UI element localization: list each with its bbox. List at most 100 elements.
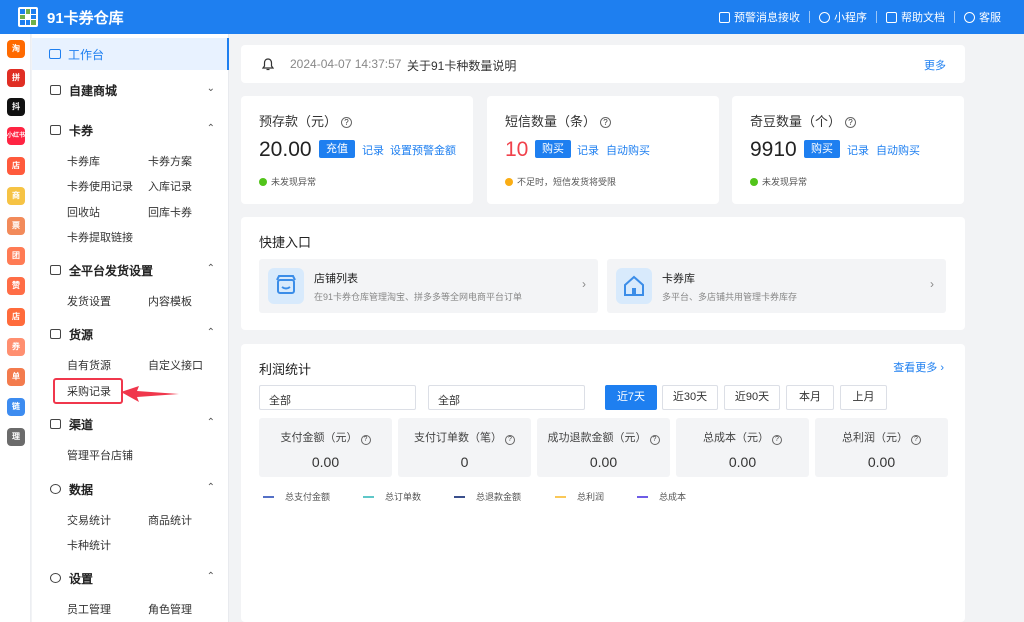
chevron-down-icon: ⌄ [269,390,278,401]
sidebar-item-manage-shops[interactable]: 管理平台店铺 [67,447,133,463]
sms-records-link[interactable]: 记录 [577,142,599,158]
sidebar-item-custom-api[interactable]: 自定义接口 [148,357,203,373]
help-icon[interactable]: ? [911,435,921,445]
sms-auto-buy-link[interactable]: 自动购买 [606,142,650,158]
sidebar-item-own-supply[interactable]: 自有货源 [67,357,111,373]
app-title: 91卡券仓库 [47,9,124,27]
notice-more-link[interactable]: 更多 [924,57,946,73]
beans-auto-buy-link[interactable]: 自动购买 [876,142,920,158]
recharge-button[interactable]: 充值 [319,140,355,158]
sidebar-item-coupon-library[interactable]: 卡券库 [67,153,100,169]
sidebar-section-channels[interactable]: 渠道 ⌃ [32,414,229,434]
help-icon[interactable]: ? [845,117,857,128]
home-icon [616,268,652,304]
metric-label-text: 支付订单数（笔） [414,432,502,444]
sidebar-section-supply[interactable]: 货源 ⌃ [32,324,229,344]
gray-app-icon[interactable]: 理 [7,428,25,446]
deposit-card: 预存款（元）? 20.00 充值 记录 设置预警金额 未发现异常 [241,96,473,204]
help-icon[interactable]: ? [341,117,353,128]
sidebar-item-staff-management[interactable]: 员工管理 [67,601,111,617]
grid-icon [50,265,61,275]
beans-status: 未发现异常 [750,175,807,188]
sidebar-section-data[interactable]: 数据 ⌃ [32,479,229,499]
legend-total-cost[interactable]: 总成本 [637,490,686,503]
pinduoduo-icon[interactable]: 拼 [7,69,25,87]
profit-title: 利润统计 [259,362,312,377]
alert-message-link[interactable]: 预警消息接收 [710,9,809,25]
help-docs-link[interactable]: 帮助文档 [877,9,954,25]
platform-select[interactable]: 全部 ⌄ [259,385,416,410]
range-this-month-button[interactable]: 本月 [786,385,834,410]
sidebar-section-settings[interactable]: 设置 ⌃ [32,568,229,588]
orange-app-icon[interactable]: 单 [7,368,25,386]
sidebar-item-shipping-settings[interactable]: 发货设置 [67,293,111,309]
sidebar-item-recycle-bin[interactable]: 回收站 [67,204,100,220]
view-more-link[interactable]: 查看更多 › [893,359,944,375]
chevron-right-icon: › [940,362,944,374]
help-icon[interactable]: ? [505,435,515,445]
help-icon[interactable]: ? [600,117,612,128]
store-app-icon[interactable]: 店 [7,308,25,326]
quick-item-coupon-library[interactable]: 卡券库 多平台、多店铺共用管理卡券库存 › [607,259,946,313]
quick-item-name: 店铺列表 [314,273,358,285]
set-alert-amount-link[interactable]: 设置预警金额 [390,142,456,158]
check-circle-icon [259,177,267,186]
mini-program-link[interactable]: 小程序 [810,9,876,25]
notice-title-link[interactable]: 关于91卡种数量说明 [407,57,516,74]
highlight-box [53,378,123,404]
metric-label-text: 成功退款金额（元） [547,432,647,444]
section-title: 自建商城 [69,83,118,98]
pie-chart-icon [50,484,61,494]
sidebar-item-card-type-stats[interactable]: 卡种统计 [67,537,111,553]
customer-service-link[interactable]: 客服 [955,9,1010,25]
help-icon[interactable]: ? [360,435,371,445]
sms-card: 短信数量（条）? 10 购买 记录 自动购买 不足时，短信发货将受限 [487,96,719,204]
sidebar-item-workbench[interactable]: 工作台 [32,38,229,70]
shop-orange-icon[interactable]: 店 [7,157,25,175]
chevron-right-icon: › [930,277,934,291]
sidebar-section-coupons[interactable]: 卡券 ⌃ [32,120,229,140]
legend-total-refund[interactable]: 总退款金额 [454,490,521,503]
customer-service-label: 客服 [979,12,1001,24]
buy-sms-button[interactable]: 购买 [535,140,571,158]
link-app-icon[interactable]: 链 [7,398,25,416]
sidebar-item-extract-links[interactable]: 卡券提取链接 [67,229,133,245]
douyin-icon[interactable]: 抖 [7,98,25,116]
metric-label: 总利润（元）? [815,429,948,445]
legend-total-profit[interactable]: 总利润 [555,490,604,503]
coupon-app-icon[interactable]: 券 [7,338,25,356]
sidebar-item-content-template[interactable]: 内容模板 [148,293,192,309]
deposit-records-link[interactable]: 记录 [362,142,384,158]
beans-title: 奇豆数量（个）? [750,111,857,130]
group-app-icon[interactable]: 团 [7,247,25,265]
thumb-app-icon[interactable]: 赞 [7,277,25,295]
legend-total-orders[interactable]: 总订单数 [363,490,421,503]
help-icon[interactable]: ? [649,435,660,445]
xiaohongshu-icon[interactable]: 小红书 [7,127,25,145]
sidebar-item-coupon-plan[interactable]: 卡券方案 [148,153,192,169]
sidebar-section-mall[interactable]: 自建商城 ⌄ [32,80,229,100]
sidebar-item-role-management[interactable]: 角色管理 [148,601,192,617]
sidebar-item-product-stats[interactable]: 商品统计 [148,512,192,528]
buy-beans-button[interactable]: 购买 [804,140,840,158]
sidebar-item-usage-records[interactable]: 卡券使用记录 [67,178,133,194]
sidebar-item-returned-coupons[interactable]: 回库卡券 [148,204,192,220]
ticket-app-icon[interactable]: 票 [7,217,25,235]
yellow-app-icon[interactable]: 商 [7,187,25,205]
sidebar-item-stock-in-records[interactable]: 入库记录 [148,178,192,194]
sidebar-item-trade-stats[interactable]: 交易统计 [67,512,111,528]
metric-label: 总成本（元）? [676,429,809,445]
shop-select[interactable]: 全部 ⌄ [428,385,585,410]
section-title: 货源 [69,327,94,342]
shop-icon [50,85,61,95]
range-7-days-button[interactable]: 近7天 [605,385,657,410]
range-30-days-button[interactable]: 近30天 [662,385,718,410]
help-icon[interactable]: ? [772,435,782,445]
taobao-icon[interactable]: 淘 [7,40,25,58]
quick-item-shop-list[interactable]: 店铺列表 在91卡券仓库管理淘宝、拼多多等全网电商平台订单 › [259,259,598,313]
sidebar-section-shipping[interactable]: 全平台发货设置 ⌃ [32,260,229,280]
range-last-month-button[interactable]: 上月 [840,385,887,410]
range-90-days-button[interactable]: 近90天 [724,385,780,410]
legend-total-payment[interactable]: 总支付金额 [263,490,330,503]
beans-records-link[interactable]: 记录 [847,142,869,158]
